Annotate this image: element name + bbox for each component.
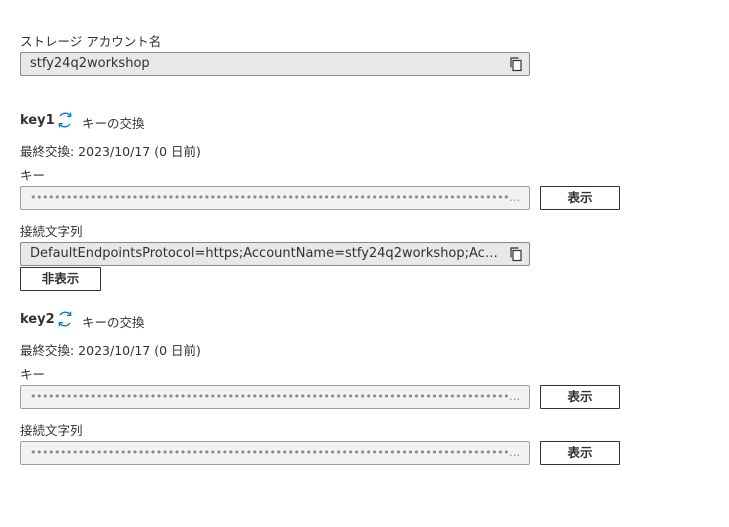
key1-connection-string-field: DefaultEndpointsProtocol=https;AccountNa… — [20, 242, 530, 266]
key1-title: key1 — [20, 113, 55, 128]
key2-key-field: ••••••••••••••••••••••••••••••••••••••••… — [20, 385, 530, 409]
copy-icon[interactable] — [508, 246, 524, 262]
key1-connection-string-value: DefaultEndpointsProtocol=https;AccountNa… — [30, 246, 499, 261]
key1-last-rotated: 最終交換: 2023/10/17 (0 日前) — [20, 144, 201, 159]
rotate-icon[interactable] — [56, 310, 74, 328]
key2-show-key-button[interactable]: 表示 — [540, 385, 620, 409]
storage-account-value: stfy24q2workshop — [30, 56, 150, 71]
key2-key-masked: ••••••••••••••••••••••••••••••••••••••••… — [30, 390, 521, 403]
key2-rotate-button[interactable]: キーの交換 — [82, 312, 145, 331]
key1-rotate-button[interactable]: キーの交換 — [82, 113, 145, 132]
key2-connection-string-masked: ••••••••••••••••••••••••••••••••••••••••… — [30, 446, 521, 459]
key1-show-key-button[interactable]: 表示 — [540, 186, 620, 210]
key1-key-field: ••••••••••••••••••••••••••••••••••••••••… — [20, 186, 530, 210]
storage-account-field: stfy24q2workshop — [20, 52, 530, 76]
key2-title: key2 — [20, 312, 55, 327]
key2-key-label: キー — [20, 367, 46, 382]
key2-connection-string-field: ••••••••••••••••••••••••••••••••••••••••… — [20, 441, 530, 465]
key1-key-label: キー — [20, 168, 46, 183]
storage-account-label: ストレージ アカウント名 — [20, 34, 162, 49]
rotate-icon[interactable] — [56, 111, 74, 129]
key2-show-connection-string-button[interactable]: 表示 — [540, 441, 620, 465]
access-keys-page: ストレージ アカウント名 stfy24q2workshop key1 キーの交換… — [0, 0, 729, 527]
key2-last-rotated: 最終交換: 2023/10/17 (0 日前) — [20, 343, 201, 358]
key1-hide-connection-string-button[interactable]: 非表示 — [20, 267, 101, 291]
key1-key-masked: ••••••••••••••••••••••••••••••••••••••••… — [30, 191, 521, 204]
copy-icon[interactable] — [508, 56, 524, 72]
key1-connection-string-label: 接続文字列 — [20, 224, 83, 239]
key2-connection-string-label: 接続文字列 — [20, 423, 83, 438]
